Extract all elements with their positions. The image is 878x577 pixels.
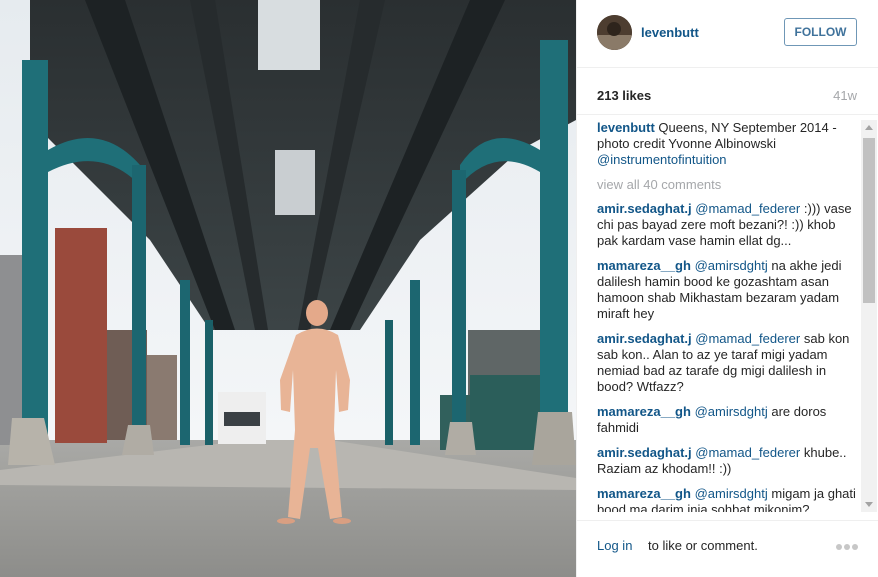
comment-mention-link[interactable]: @amirsdghtj [695, 404, 768, 419]
comment-author-link[interactable]: amir.sedaghat.j [597, 445, 692, 460]
post-footer: Log in to like or comment. [577, 520, 878, 577]
likes-count[interactable]: 213 likes [597, 88, 651, 103]
follow-button[interactable]: FOLLOW [784, 18, 857, 46]
caption-author-link[interactable]: levenbutt [597, 120, 655, 135]
avatar[interactable] [597, 15, 632, 50]
comment-author-link[interactable]: mamareza__gh [597, 258, 691, 273]
scroll-down-arrow-icon[interactable] [861, 496, 877, 512]
login-prompt-text: to like or comment. [648, 538, 758, 553]
comment-author-link[interactable]: amir.sedaghat.j [597, 331, 692, 346]
comments-list: levenbutt Queens, NY September 2014 - ph… [597, 120, 859, 512]
scroll-up-arrow-icon[interactable] [861, 120, 877, 136]
comment-author-link[interactable]: mamareza__gh [597, 486, 691, 501]
post-age[interactable]: 41w [833, 88, 857, 103]
post-photo[interactable] [0, 0, 576, 577]
avatar-image [597, 15, 632, 50]
post-stats: 213 likes 41w [577, 69, 878, 115]
post-photo-image [0, 0, 576, 577]
post-header: levenbutt FOLLOW [577, 0, 878, 68]
list-item: amir.sedaghat.j @mamad_federer sab kon s… [597, 331, 859, 395]
login-link[interactable]: Log in [597, 538, 632, 553]
comments-scrollbar[interactable] [861, 120, 877, 512]
username-link[interactable]: levenbutt [641, 25, 699, 40]
view-all-comments-link[interactable]: view all 40 comments [597, 177, 859, 193]
list-item: amir.sedaghat.j @mamad_federer khube.. R… [597, 445, 859, 477]
list-item: mamareza__gh @amirsdghtj migam ja ghati … [597, 486, 859, 512]
list-item: mamareza__gh @amirsdghtj are doros fahmi… [597, 404, 859, 436]
list-item: mamareza__gh @amirsdghtj na akhe jedi da… [597, 258, 859, 322]
comment-author-link[interactable]: mamareza__gh [597, 404, 691, 419]
scrollbar-thumb[interactable] [863, 138, 875, 303]
caption-mention-link[interactable]: @instrumentofintuition [597, 152, 727, 167]
post-side-panel: levenbutt FOLLOW 213 likes 41w levenbutt… [576, 0, 878, 577]
more-dots-icon[interactable] [835, 543, 859, 551]
comment-mention-link[interactable]: @amirsdghtj [695, 258, 768, 273]
list-item: amir.sedaghat.j @mamad_federer :))) vase… [597, 201, 859, 249]
caption: levenbutt Queens, NY September 2014 - ph… [597, 120, 859, 168]
comment-mention-link[interactable]: @mamad_federer [695, 201, 800, 216]
comment-author-link[interactable]: amir.sedaghat.j [597, 201, 692, 216]
comment-mention-link[interactable]: @mamad_federer [695, 331, 800, 346]
comment-mention-link[interactable]: @amirsdghtj [695, 486, 768, 501]
comment-mention-link[interactable]: @mamad_federer [695, 445, 800, 460]
